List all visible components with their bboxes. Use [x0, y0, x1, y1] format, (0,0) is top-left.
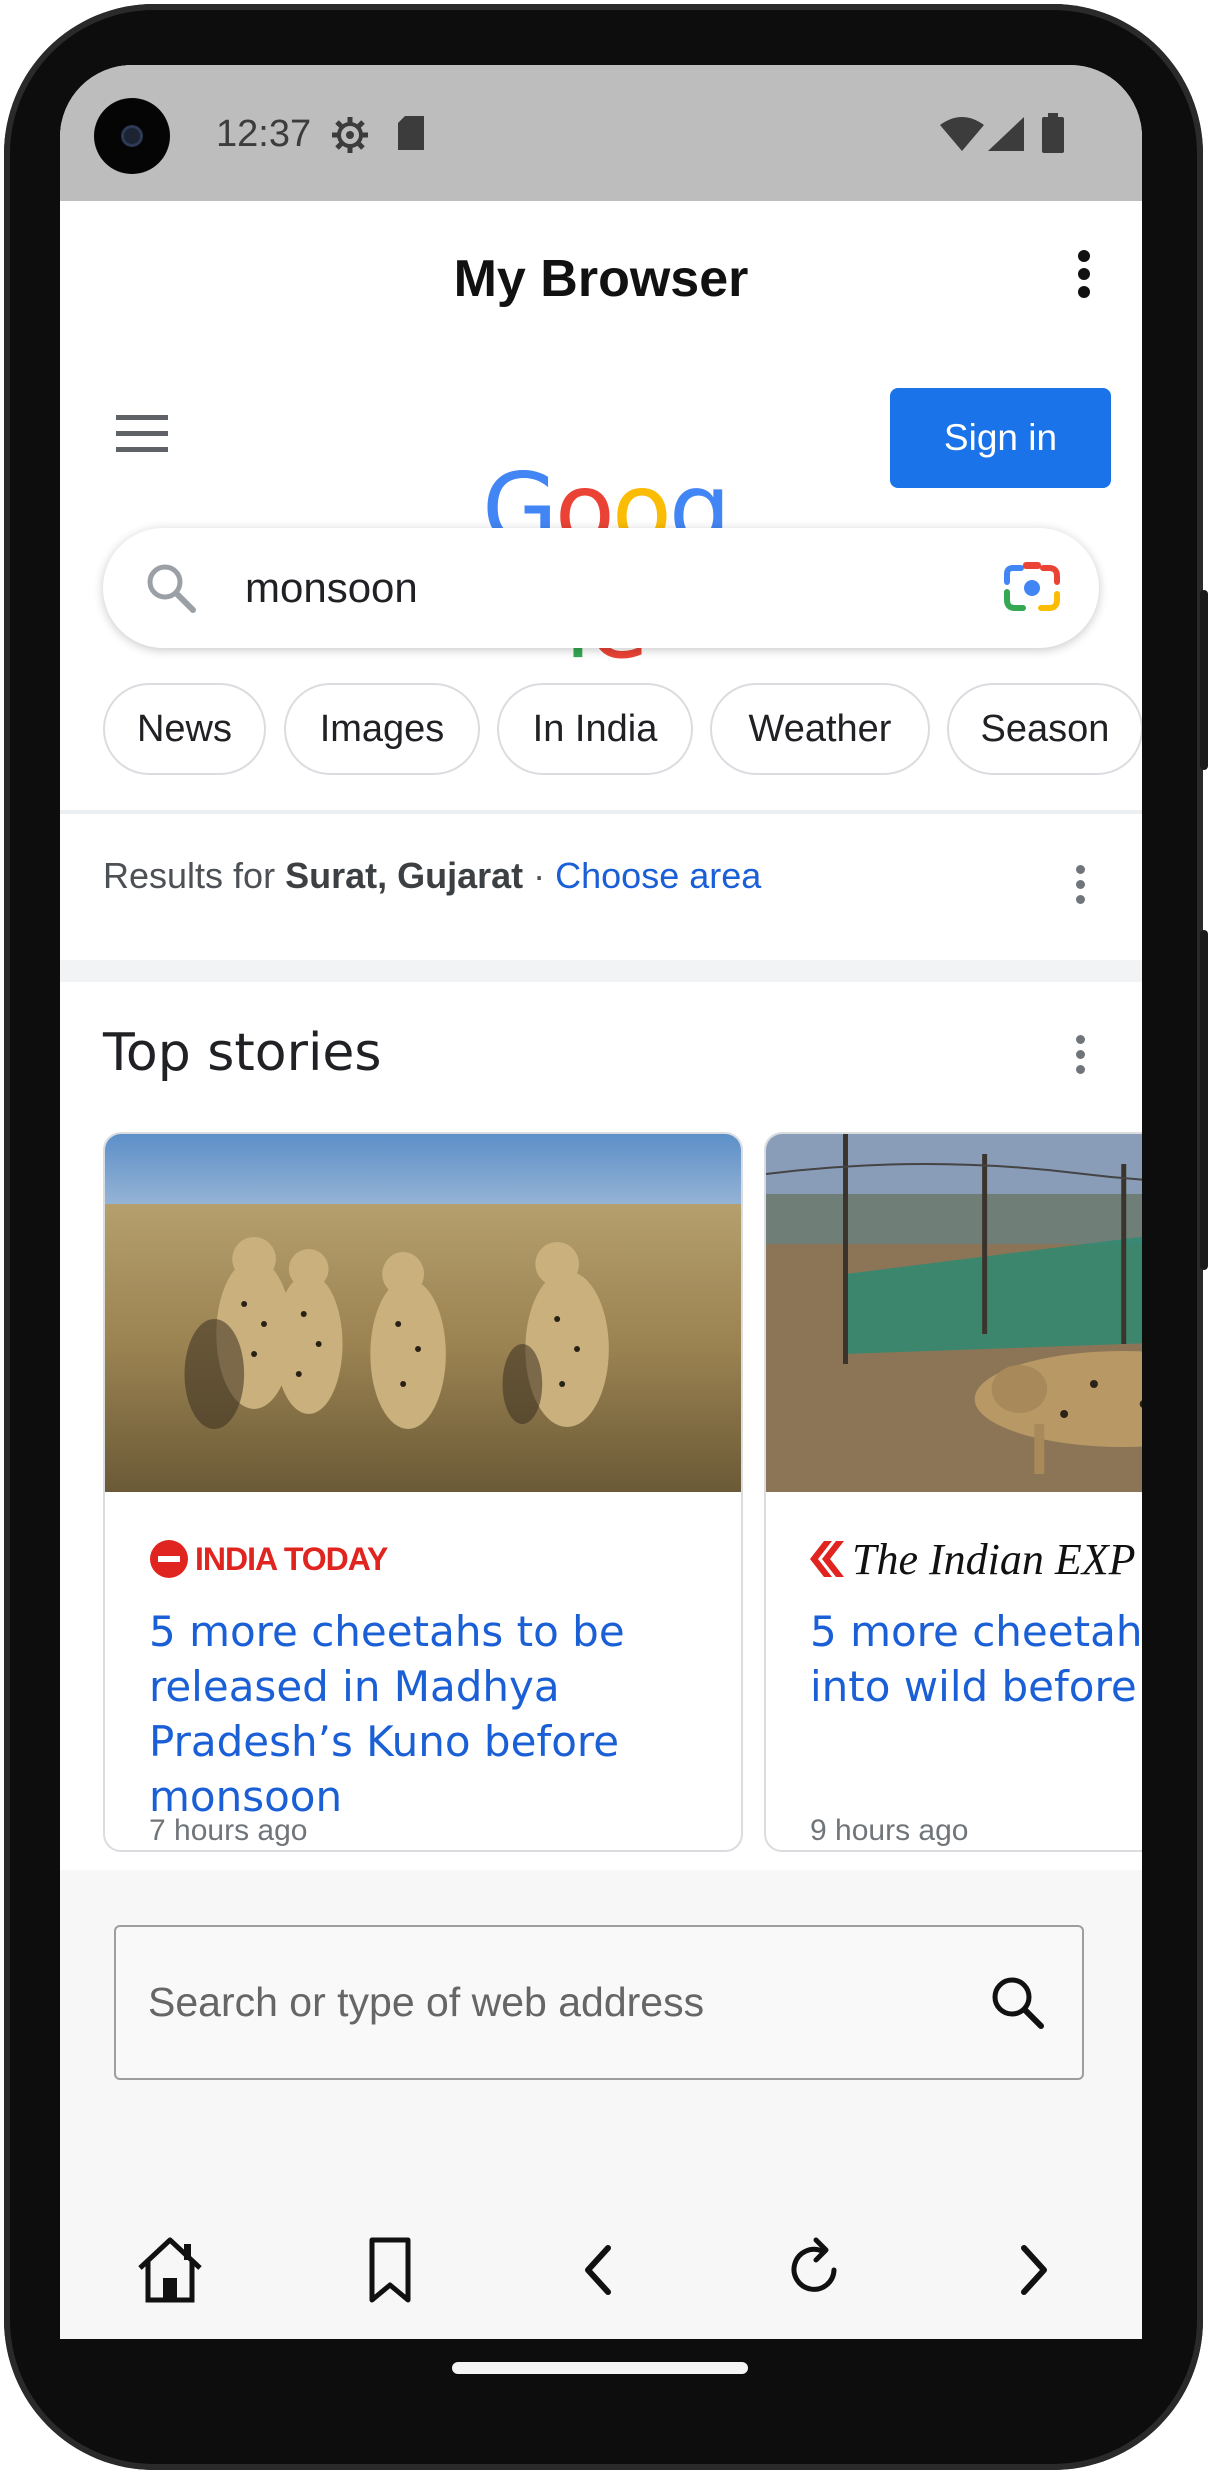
volume-button — [1200, 930, 1208, 1270]
battery-icon — [1042, 113, 1064, 153]
address-bar[interactable]: Search or type of web address — [114, 1925, 1084, 2080]
chip-images[interactable]: Images — [284, 683, 480, 775]
results-prefix: Results for — [103, 855, 286, 896]
indian-express-mark-icon — [810, 1541, 844, 1577]
search-icon — [147, 564, 196, 613]
top-stories-more-icon[interactable] — [1076, 1035, 1086, 1075]
status-time: 12:37 — [216, 113, 312, 155]
source-name: INDIA TODAY — [195, 1540, 388, 1577]
source-name: The Indian EXP — [852, 1534, 1136, 1584]
status-bar: 12:37 — [60, 65, 1142, 201]
front-camera — [94, 98, 170, 174]
location-row: Results for Surat, Gujarat · Choose area — [103, 855, 761, 897]
cheetahs-grassland-image — [105, 1134, 741, 1492]
chip-in-india[interactable]: In India — [497, 683, 693, 775]
settings-gear-icon — [332, 117, 368, 153]
sd-card-icon — [398, 116, 424, 150]
app-title: My Browser — [453, 250, 749, 308]
results-location: Surat, Gujarat — [285, 855, 524, 896]
section-divider — [60, 960, 1142, 982]
reload-icon[interactable] — [776, 2230, 856, 2310]
search-icon[interactable] — [988, 1973, 1046, 2031]
choose-area-link[interactable]: Choose area — [555, 855, 761, 896]
wifi-icon — [940, 117, 984, 151]
hamburger-menu-icon[interactable] — [116, 413, 170, 453]
sign-in-button[interactable]: Sign in — [890, 388, 1111, 488]
location-more-icon[interactable] — [1076, 865, 1086, 905]
screen: 12:37 My Browser Goog Sign in monsoon Ne… — [60, 65, 1142, 2339]
source-logo-indian-express: The Indian EXP — [810, 1534, 1136, 1584]
bookmark-icon[interactable] — [350, 2230, 430, 2310]
story-time: 9 hours ago — [810, 1814, 969, 1847]
browser-nav-bar — [60, 2230, 1142, 2330]
back-icon[interactable] — [560, 2230, 640, 2310]
browser-bottom-panel: Search or type of web address — [60, 1870, 1142, 2339]
story-headline[interactable]: 5 more cheetahs released into wild befor… — [810, 1604, 1142, 1714]
story-time: 7 hours ago — [149, 1814, 308, 1847]
story-headline[interactable]: 5 more cheetahs to be released in Madhya… — [149, 1604, 709, 1824]
chip-season[interactable]: Season — [947, 683, 1142, 775]
india-today-badge-icon — [150, 1540, 188, 1578]
chip-news[interactable]: News — [103, 683, 266, 775]
cell-signal-icon — [988, 117, 1024, 151]
app-bar: My Browser — [60, 201, 1142, 351]
chip-weather[interactable]: Weather — [710, 683, 930, 775]
story-card[interactable]: INDIA TODAY 5 more cheetahs to be releas… — [103, 1132, 743, 1852]
source-logo-india-today: INDIA TODAY — [149, 1534, 388, 1584]
home-icon[interactable] — [130, 2230, 210, 2310]
overflow-menu-icon[interactable] — [1074, 249, 1094, 299]
gesture-home-bar[interactable] — [452, 2362, 748, 2374]
story-card[interactable]: The Indian EXP 5 more cheetahs released … — [764, 1132, 1142, 1852]
divider — [60, 810, 1142, 814]
forward-icon[interactable] — [992, 2230, 1072, 2310]
address-placeholder[interactable]: Search or type of web address — [148, 1979, 704, 2026]
results-separator: · — [523, 855, 556, 896]
top-stories-heading: Top stories — [103, 1023, 382, 1083]
search-query[interactable]: monsoon — [245, 564, 418, 612]
google-lens-icon[interactable] — [1003, 558, 1061, 616]
cheetah-enclosure-image — [766, 1134, 1142, 1492]
power-button — [1200, 590, 1208, 770]
search-box[interactable]: monsoon — [103, 528, 1099, 648]
